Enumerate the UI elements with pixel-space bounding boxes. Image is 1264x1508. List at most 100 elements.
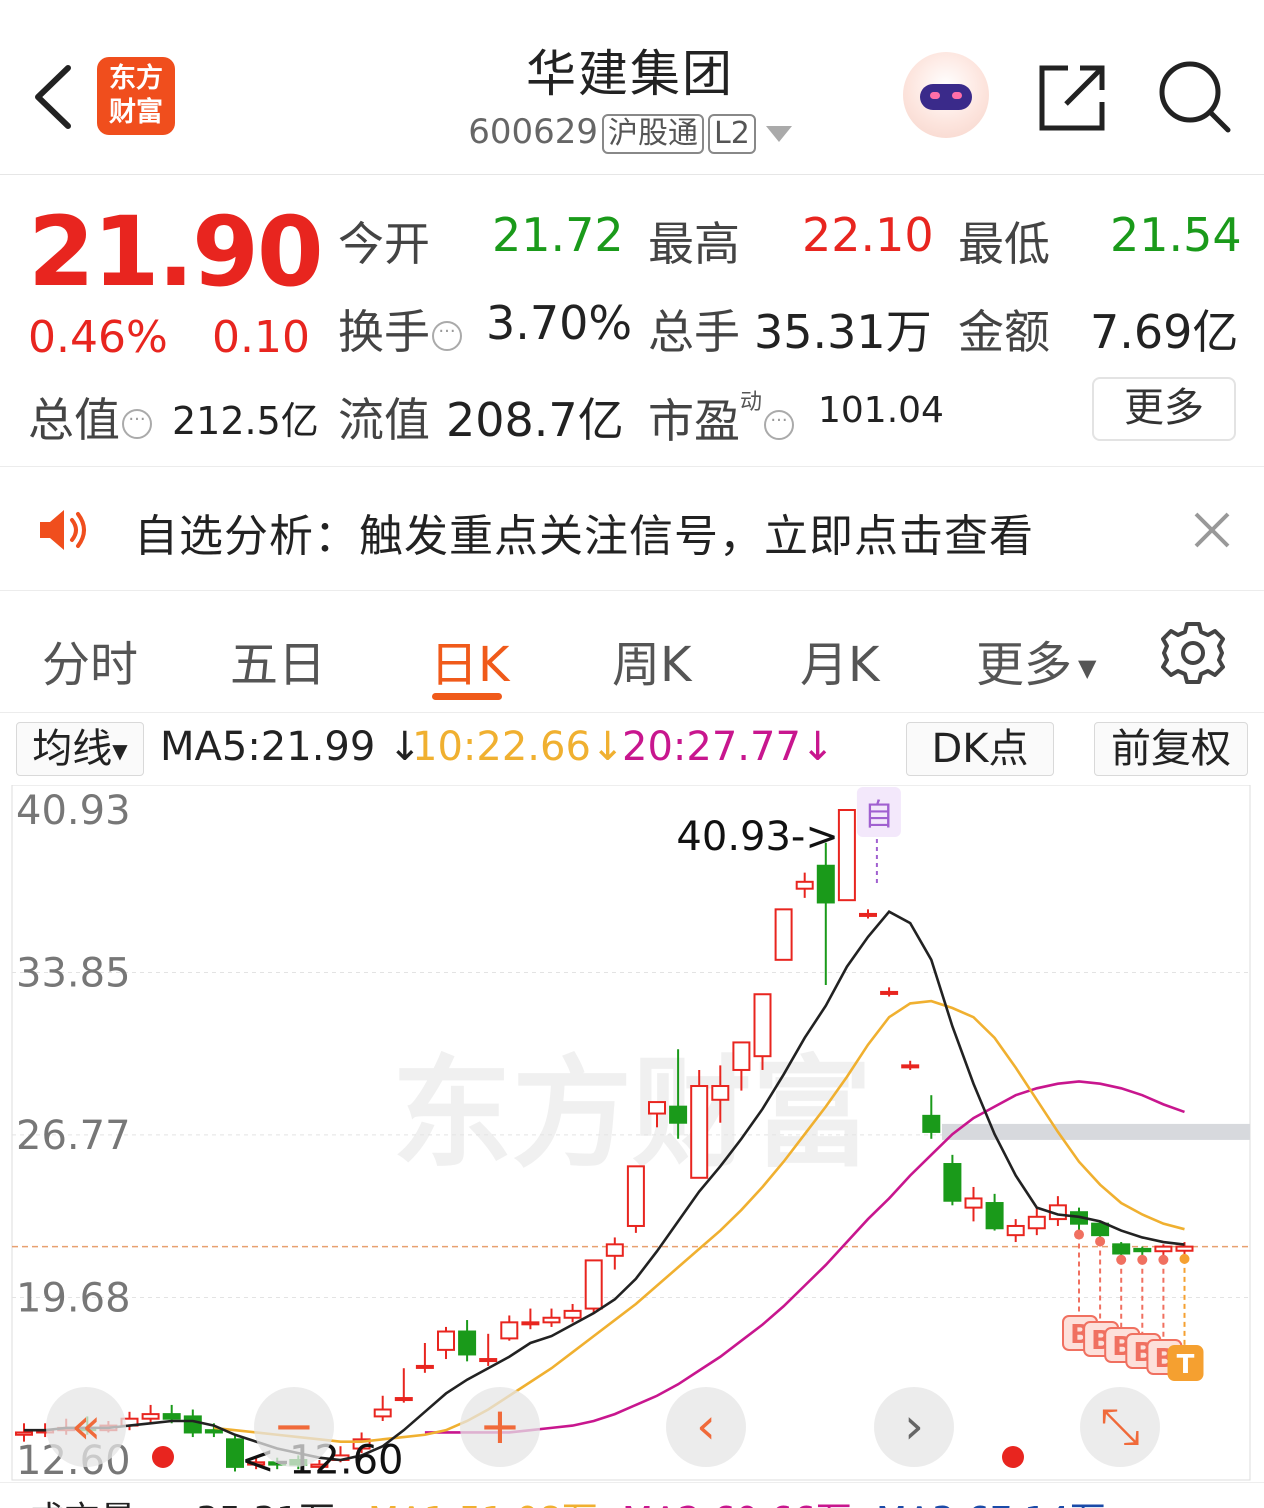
close-icon[interactable]	[1192, 510, 1232, 550]
back-arrow-icon[interactable]	[30, 62, 74, 132]
ma20-value: 20:27.77↓	[622, 724, 834, 770]
turnover-label[interactable]: 换手 ···	[338, 296, 462, 362]
notice-text[interactable]: 自选分析：触发重点关注信号，立即点击查看	[134, 500, 1034, 564]
ma20-down-arrow-icon: ↓	[800, 724, 835, 770]
pe-label-text: 市盈	[648, 394, 740, 448]
signal-label: T	[1177, 1350, 1195, 1380]
pe-value: 101.04	[818, 390, 944, 431]
amount-label: 金额	[958, 305, 1050, 359]
market-cap-info-icon[interactable]: ···	[122, 408, 152, 439]
y-tick-label: 19.68	[16, 1276, 131, 1322]
candle-body	[605, 1243, 624, 1257]
signal-dot	[1074, 1229, 1084, 1240]
fullscreen-button[interactable]: ⤡	[1080, 1387, 1160, 1467]
assistant-robot-icon[interactable]	[903, 52, 989, 138]
market-cap-label-text: 总值	[28, 393, 120, 447]
search-icon[interactable]	[1158, 60, 1232, 134]
tab-weekly-k[interactable]: 周K	[612, 625, 691, 695]
tab-more-caret-icon: ▼	[1078, 654, 1097, 682]
event-marker[interactable]	[152, 1446, 174, 1468]
event-marker[interactable]	[1002, 1446, 1024, 1468]
candle-body	[373, 1408, 392, 1418]
double-chevron-left-icon: «	[70, 1397, 102, 1455]
robot-eye-right	[952, 92, 962, 99]
tab-intraday[interactable]: 分时	[42, 625, 138, 695]
ma10-down-arrow-icon: ↓	[590, 724, 625, 770]
candle-body	[458, 1330, 477, 1356]
app-logo[interactable]: 东方 财富	[97, 57, 175, 135]
zoom-out-button[interactable]: −	[254, 1387, 334, 1467]
y-tick-label: 33.85	[16, 950, 131, 996]
stock-code: 600629	[468, 112, 598, 152]
high-label: 最高	[648, 217, 740, 271]
adjust-button[interactable]: 前复权	[1094, 722, 1248, 776]
chevron-left-icon: ‹	[696, 1397, 716, 1455]
tab-more[interactable]: 更多 ▼	[976, 625, 1096, 695]
candle-body	[690, 1085, 709, 1179]
volume-indicator-row[interactable]: 成交量 35.31万 MA1:51.08万 MA2:60.66万 MA3:67.…	[0, 1482, 1264, 1508]
candle-body	[415, 1364, 434, 1369]
turnover-info-icon[interactable]: ···	[432, 320, 462, 351]
robot-visor	[920, 84, 972, 110]
turnover-value: 3.70%	[486, 296, 633, 350]
more-quote-button[interactable]: 更多	[1092, 377, 1236, 441]
candle-body	[753, 993, 772, 1058]
volume-ma2: MA2:60.66万	[622, 1491, 852, 1508]
kline-chart[interactable]: 东方财富40.9333.8526.7719.6812.6040.93->自<-1…	[0, 785, 1264, 1507]
plus-icon: +	[479, 1397, 521, 1455]
scroll-left-fast-button[interactable]: «	[46, 1387, 126, 1467]
ma5-value: MA5:21.99 ↓	[160, 724, 422, 770]
scroll-left-button[interactable]: ‹	[666, 1387, 746, 1467]
candle-body	[648, 1101, 666, 1115]
volume-value: 35.31万	[754, 305, 932, 359]
ma10-text: 10:22.66	[412, 724, 591, 770]
tab-monthly-k[interactable]: 月K	[800, 625, 879, 695]
ma20-text: 20:27.77	[622, 724, 801, 770]
candle-body	[816, 864, 835, 904]
stock-code-row[interactable]: 600629 沪股通 L2	[400, 112, 860, 154]
dropdown-caret-icon[interactable]	[765, 125, 792, 142]
scroll-right-button[interactable]: ›	[874, 1387, 954, 1467]
candle-body	[859, 912, 877, 917]
divider	[0, 712, 1264, 713]
ma10-value: 10:22.66↓	[412, 724, 624, 770]
self-select-marker: 自	[864, 798, 894, 833]
chevron-right-icon: ›	[904, 1397, 924, 1455]
change-percent: 0.46%	[28, 312, 168, 363]
low-label: 最低	[958, 217, 1050, 271]
share-icon[interactable]	[1038, 62, 1108, 132]
market-cap-label[interactable]: 总值 ···	[28, 384, 152, 450]
signal-dot	[1095, 1236, 1106, 1247]
max-price-annotation: 40.93->	[676, 814, 838, 860]
candle-body	[1027, 1215, 1046, 1230]
pe-label[interactable]: 市盈动···	[648, 384, 795, 451]
resistance-band	[942, 1123, 1250, 1140]
zoom-in-button[interactable]: +	[460, 1387, 540, 1467]
gear-icon[interactable]	[1160, 620, 1226, 686]
candle-body	[521, 1321, 540, 1326]
tag-hk-connect: 沪股通	[601, 113, 704, 154]
signal-dot	[1137, 1254, 1148, 1265]
ma-type-dropdown[interactable]: 均线▼	[16, 722, 144, 776]
tab-more-label: 更多	[976, 637, 1073, 693]
candle-body	[964, 1197, 983, 1209]
pe-info-icon[interactable]: ···	[764, 409, 795, 440]
current-price: 21.90	[28, 196, 324, 308]
active-tab-indicator	[432, 693, 502, 700]
candle-body	[1091, 1222, 1110, 1237]
tab-daily-k[interactable]: 日K	[430, 625, 509, 695]
dk-point-button[interactable]: DK点	[906, 722, 1054, 776]
candle-body	[141, 1413, 160, 1420]
candle-body	[732, 1041, 751, 1071]
candle-body	[204, 1429, 223, 1434]
speaker-icon	[40, 510, 86, 550]
tab-five-day[interactable]: 五日	[230, 625, 326, 695]
volume-indicator-label: 成交量	[28, 1491, 136, 1508]
open-label: 今开	[338, 217, 430, 271]
ma-type-label: 均线	[32, 726, 113, 772]
candle-body	[1154, 1245, 1173, 1253]
expand-icon: ⤡	[1100, 1397, 1140, 1455]
tag-level2: L2	[707, 113, 756, 154]
candle-body	[1133, 1247, 1152, 1253]
y-tick-label: 26.77	[16, 1113, 131, 1159]
